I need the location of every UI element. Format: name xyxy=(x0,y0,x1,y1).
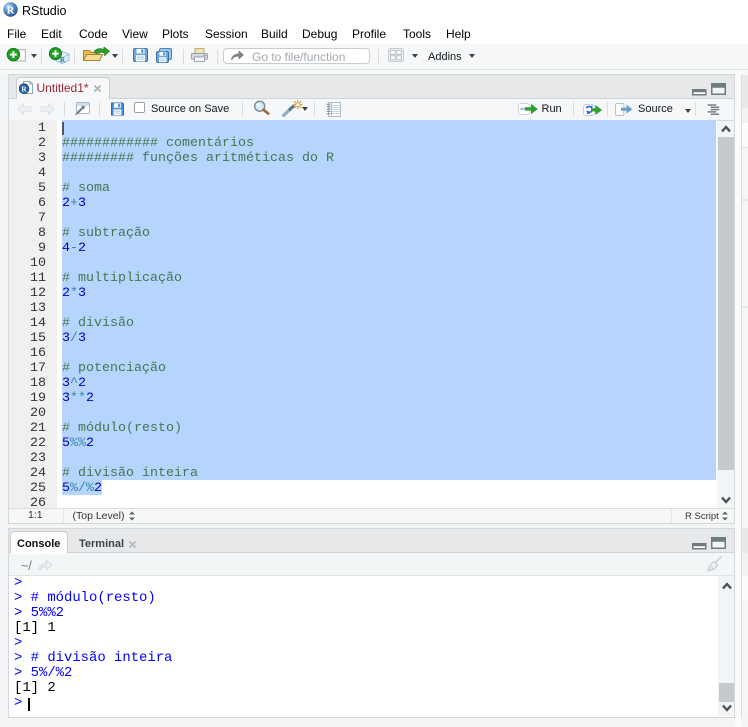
svg-text:R: R xyxy=(21,85,27,94)
svg-text:R: R xyxy=(7,5,15,16)
